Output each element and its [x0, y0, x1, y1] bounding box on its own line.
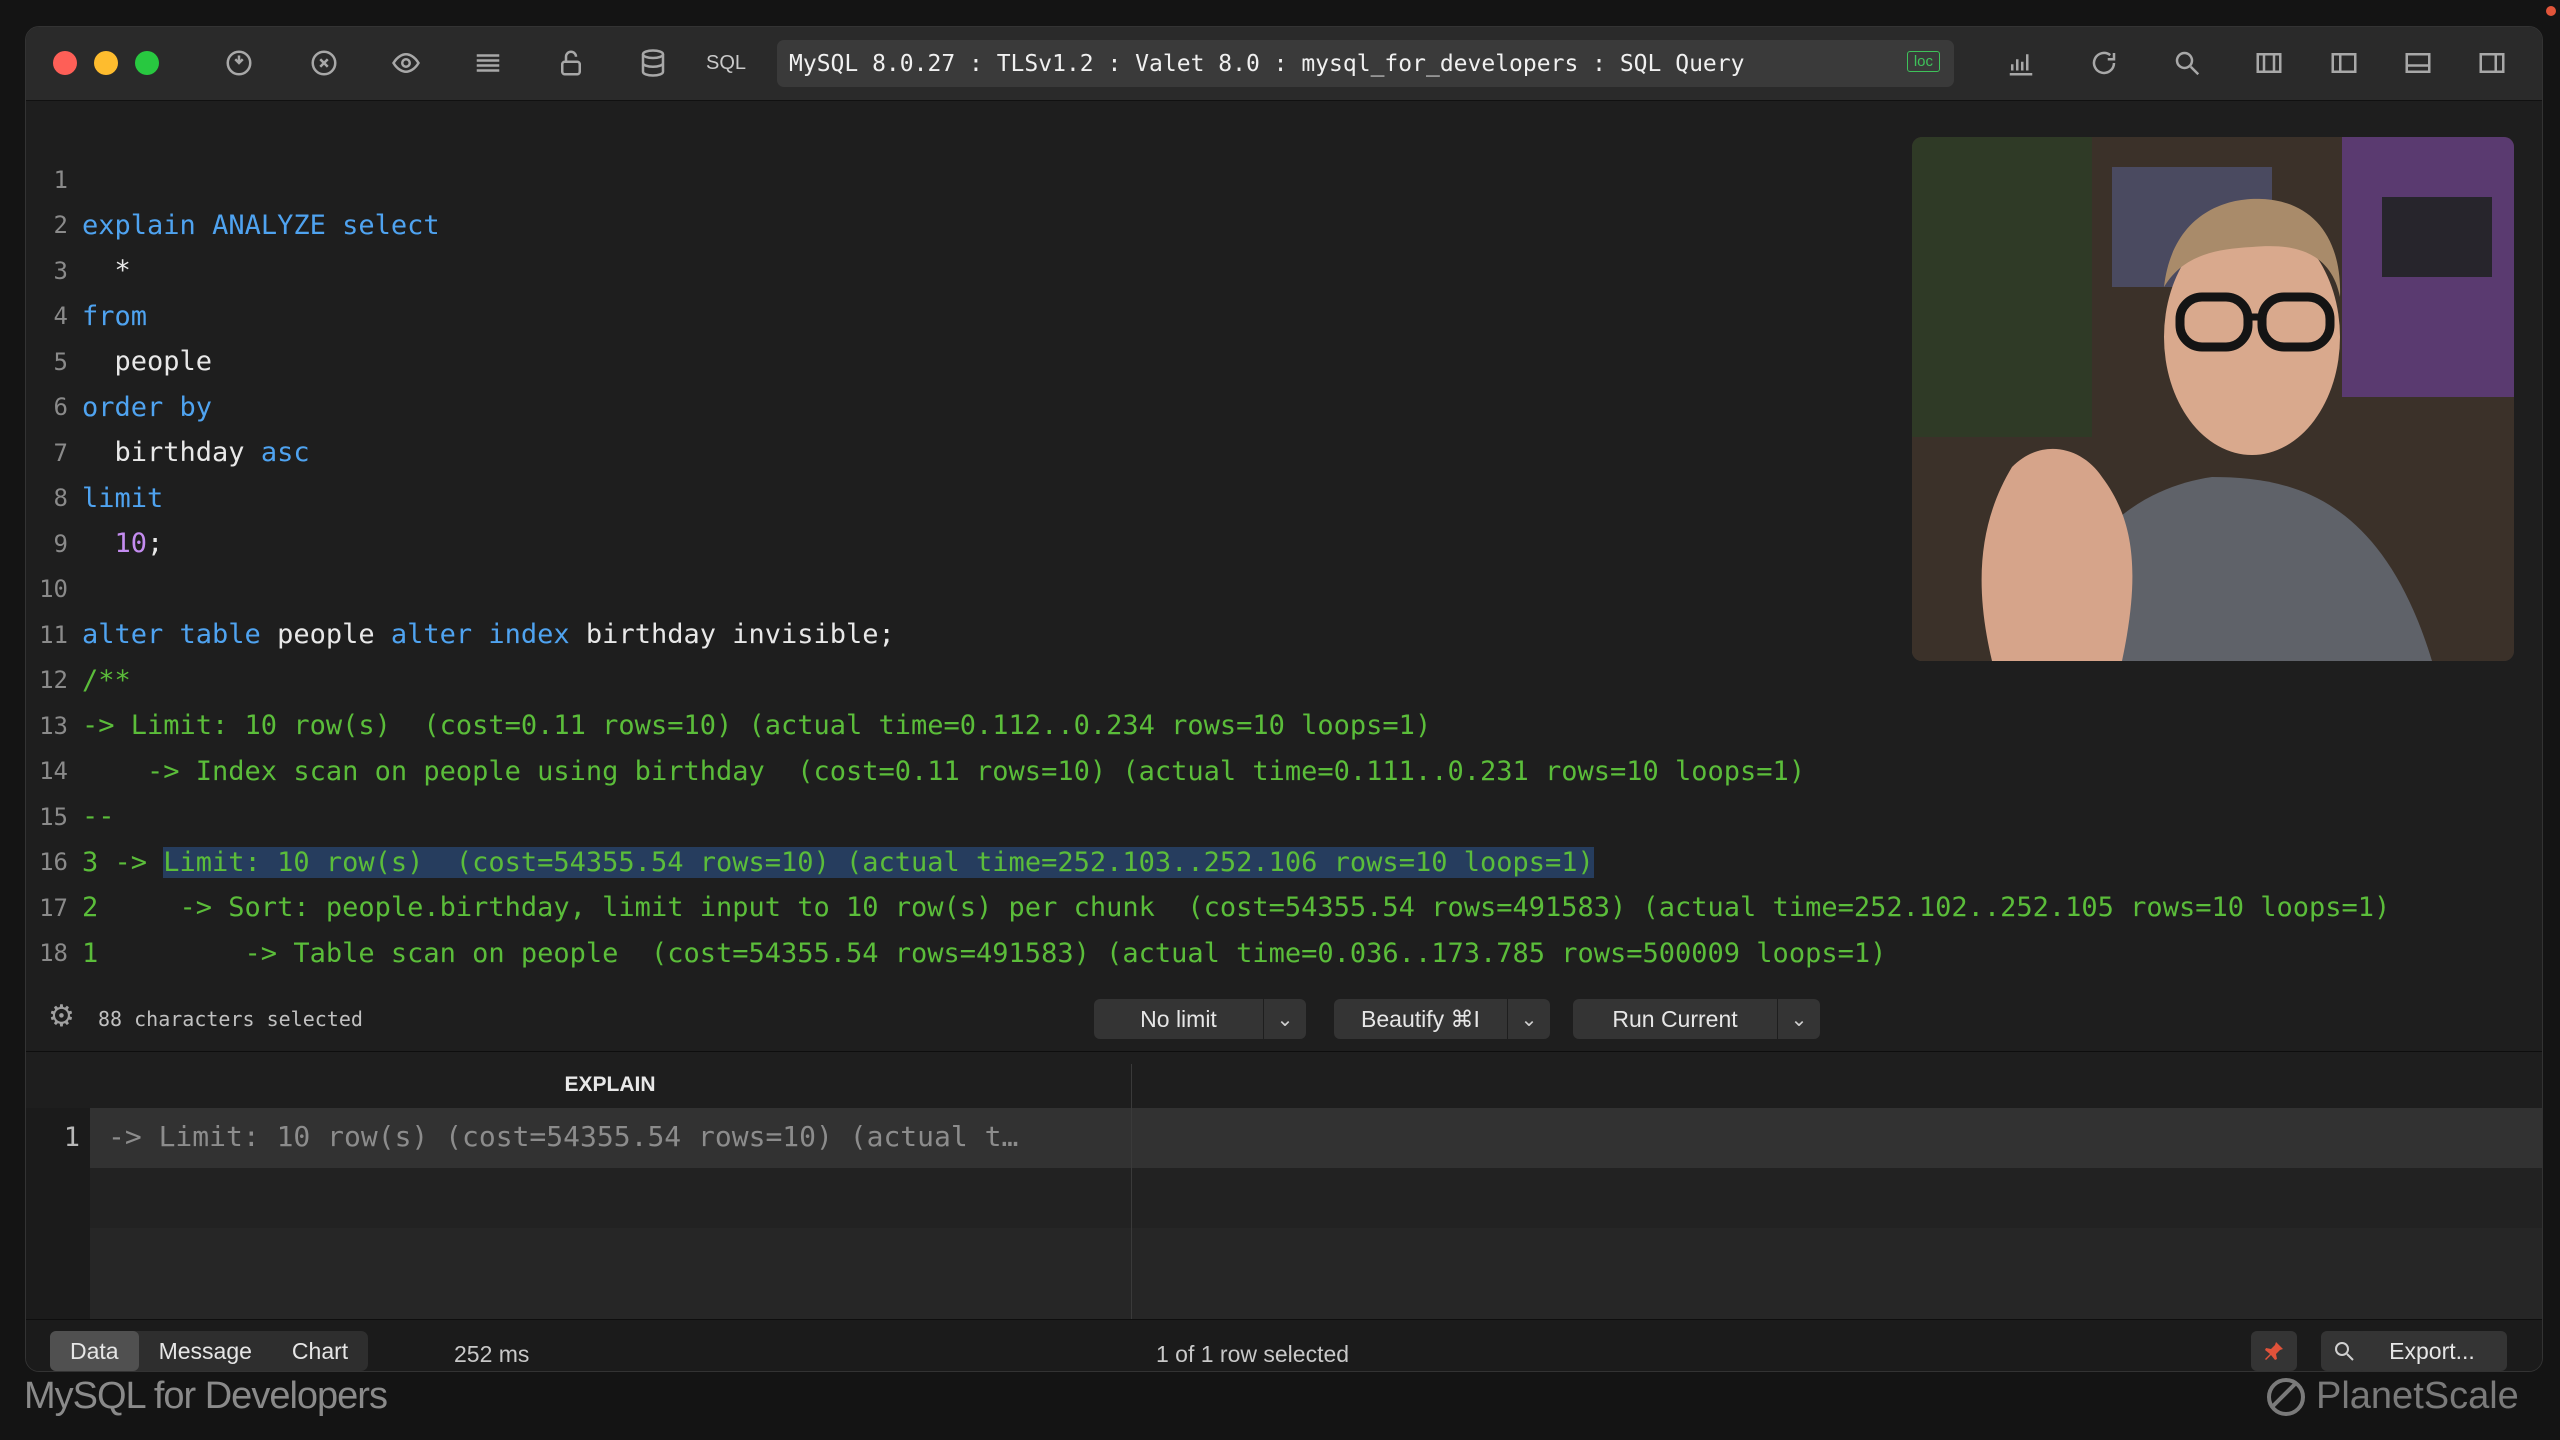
export-button[interactable]: Export...	[2357, 1331, 2507, 1371]
planetscale-wordmark: PlanetScale	[2316, 1375, 2519, 1417]
connection-info: MySQL 8.0.27 : TLSv1.2 : Valet 8.0 : mys…	[777, 40, 1954, 87]
results-grid: EXPLAIN 1 -> Limit: 10 row(s) (cost=5435…	[26, 1051, 2542, 1320]
tab-chart[interactable]: Chart	[272, 1331, 368, 1371]
chevron-down-icon[interactable]: ⌄	[1777, 999, 1820, 1039]
tab-data[interactable]: Data	[50, 1331, 139, 1371]
code-line: 6 birthday asc	[26, 340, 310, 468]
status-bar: Data Message Chart 252 ms 1 of 1 row sel…	[26, 1319, 2542, 1371]
code-line: 17 1 -> Table scan on people (cost=54355…	[26, 841, 1886, 969]
toggle-bottom-panel-icon[interactable]	[2400, 45, 2436, 81]
code-line: 10 alter table people alter index birthd…	[26, 522, 895, 650]
beautify-button[interactable]: Beautify ⌘I ⌄	[1334, 999, 1550, 1039]
code-text: birthday invisible;	[569, 619, 895, 650]
tableplus-window: SQL MySQL 8.0.27 : TLSv1.2 : Valet 8.0 :…	[25, 26, 2543, 1372]
comment-text: 2 -> Sort: people.birthday, limit input …	[82, 892, 2391, 923]
code-line: 2 *	[26, 158, 131, 286]
code-line: 15 3 -> Limit: 10 row(s) (cost=54355.54 …	[26, 750, 1594, 878]
run-current-label: Run Current	[1612, 1005, 1738, 1032]
stop-icon[interactable]	[306, 45, 342, 81]
minimize-window-button[interactable]	[94, 51, 118, 75]
keyword: asc	[260, 437, 310, 468]
env-badge: loc	[1906, 51, 1940, 72]
row-number: 1	[63, 1122, 80, 1153]
planetscale-logo-icon	[2267, 1377, 2305, 1416]
refresh-icon[interactable]	[2086, 45, 2122, 81]
search-icon[interactable]	[2169, 45, 2205, 81]
code-line: 11 /**	[26, 568, 131, 696]
connection-label: MySQL 8.0.27 : TLSv1.2 : Valet 8.0 : mys…	[789, 50, 1745, 77]
code-line: 3 from	[26, 204, 147, 332]
chevron-down-icon[interactable]: ⌄	[1507, 999, 1550, 1039]
title-bar: SQL MySQL 8.0.27 : TLSv1.2 : Valet 8.0 :…	[26, 27, 2542, 101]
result-view-tabs: Data Message Chart	[50, 1331, 369, 1371]
code-line: 8 10;	[26, 431, 164, 559]
code-line: 13 -> Index scan on people using birthda…	[26, 659, 1805, 787]
beautify-label: Beautify ⌘I	[1361, 1005, 1480, 1032]
maximize-window-button[interactable]	[135, 51, 159, 75]
comment-text: -> Index scan on people using birthday (…	[82, 756, 1806, 787]
code-line: 16 2 -> Sort: people.birthday, limit inp…	[26, 795, 2390, 923]
split-view-icon[interactable]	[2251, 45, 2287, 81]
code-line: 18	[26, 886, 124, 967]
code-text: ;	[147, 528, 164, 559]
query-time: 252 ms	[454, 1341, 530, 1367]
comment-text: 1 -> Table scan on people (cost=54355.54…	[82, 938, 1887, 969]
code-line: 7 limit	[26, 386, 164, 514]
selected-text: Limit: 10 row(s) (cost=54355.54 rows=10)…	[163, 847, 1594, 878]
keyword: alter index	[390, 619, 570, 650]
explain-cell[interactable]: -> Limit: 10 row(s) (cost=54355.54 rows=…	[108, 1120, 1118, 1153]
code-line: 12 -> Limit: 10 row(s) (cost=0.11 rows=1…	[26, 613, 1431, 741]
limit-dropdown-label: No limit	[1140, 1005, 1217, 1032]
editor-footer: ⚙ 88 characters selected No limit ⌄ Beau…	[26, 991, 2542, 1051]
tab-message[interactable]: Message	[139, 1331, 272, 1371]
column-divider[interactable]	[1131, 1064, 1132, 1320]
sql-button[interactable]: SQL	[706, 52, 746, 75]
run-current-button[interactable]: Run Current ⌄	[1573, 999, 1820, 1039]
comment-text: -> Limit: 10 row(s) (cost=0.11 rows=10) …	[82, 710, 1432, 741]
presenter-video-overlay	[1912, 137, 2514, 661]
selection-info: 88 characters selected	[98, 1007, 363, 1031]
code-text: people	[260, 619, 391, 650]
planetscale-logo: PlanetScale	[2266, 1375, 2519, 1418]
toggle-left-panel-icon[interactable]	[2326, 45, 2362, 81]
search-icon	[2335, 1342, 2354, 1361]
notification-dot	[2546, 6, 2556, 16]
pin-button[interactable]	[2251, 1331, 2297, 1371]
database-icon[interactable]	[635, 45, 671, 81]
close-window-button[interactable]	[53, 51, 77, 75]
pin-icon	[2265, 1342, 2283, 1360]
chevron-down-icon: ⌄	[1263, 999, 1306, 1039]
toggle-right-panel-icon[interactable]	[2474, 45, 2510, 81]
course-title: MySQL for Developers	[24, 1375, 388, 1417]
eye-icon[interactable]	[388, 45, 424, 81]
code-line: 14 --	[26, 704, 124, 832]
code-line: 4 people	[26, 249, 213, 377]
code-line: 5 order by	[26, 295, 213, 423]
code-line: 9	[26, 477, 124, 558]
limit-dropdown[interactable]: No limit ⌄	[1094, 999, 1306, 1039]
table-row[interactable]	[90, 1228, 2542, 1320]
keyword: select	[342, 210, 440, 241]
keyword: ANALYZE	[212, 210, 326, 241]
code-line: 1 explain ANALYZE select	[26, 113, 440, 241]
chart-icon[interactable]	[2003, 45, 2039, 81]
power-icon[interactable]	[221, 45, 257, 81]
table-row[interactable]	[90, 1168, 2542, 1228]
lock-icon[interactable]	[553, 45, 589, 81]
line-number: 18	[39, 939, 68, 967]
list-icon[interactable]	[470, 45, 506, 81]
presenter-image	[1912, 137, 2514, 661]
row-selection-status: 1 of 1 row selected	[1156, 1341, 1350, 1367]
gear-icon[interactable]: ⚙	[48, 1001, 80, 1033]
column-header-explain[interactable]: EXPLAIN	[90, 1068, 1130, 1102]
